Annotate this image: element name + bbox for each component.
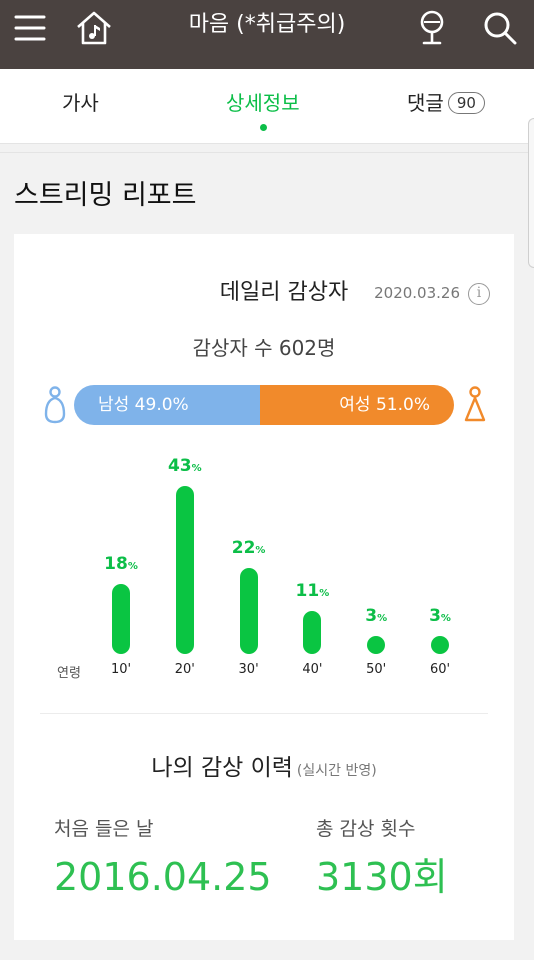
bar-value-label: 3%	[365, 606, 388, 626]
tab-details[interactable]: 상세정보	[226, 89, 300, 117]
section-title: 스트리밍 리포트	[14, 180, 197, 211]
history-subtitle: (실시간 반영)	[296, 763, 377, 779]
active-tab-indicator	[260, 124, 267, 131]
history-title-text: 나의 감상 이력	[151, 755, 293, 781]
age-bar	[239, 568, 258, 654]
age-axis-label: 연령	[57, 666, 81, 681]
male-person-icon	[44, 386, 66, 424]
microphone-icon[interactable]	[410, 6, 454, 50]
detail-tabs: 가사 상세정보 댓글 90	[0, 69, 534, 144]
age-bar	[175, 486, 194, 654]
total-plays-label: 총 감상 횟수	[316, 818, 416, 840]
bar-category-label: 60'	[429, 662, 451, 677]
female-person-icon	[464, 386, 486, 422]
age-bar	[367, 636, 386, 654]
total-plays-value: 3130회	[316, 855, 448, 899]
tabs-divider	[0, 145, 534, 153]
app-header: 마음 (*취급주의)	[0, 0, 534, 69]
first-listen-label: 처음 들은 날	[54, 818, 154, 840]
report-date: 2020.03.26	[374, 284, 460, 302]
bar-category-label: 30'	[238, 662, 259, 677]
comment-count-badge: 90	[447, 92, 485, 114]
male-share-bar: 남성 49.0%	[74, 385, 261, 425]
side-panel-handle[interactable]	[528, 118, 534, 268]
age-bar	[431, 636, 449, 654]
bar-category-label: 40'	[302, 662, 323, 677]
streaming-report-card: 데일리 감상자 2020.03.26 i 감상자 수 602명 남성 49.0%…	[14, 234, 514, 940]
bar-category-label: 10'	[110, 662, 132, 677]
bar-value-label: 22%	[231, 538, 266, 559]
first-listen-date: 2016.04.25	[54, 855, 272, 899]
info-icon[interactable]: i	[468, 283, 490, 305]
listener-count: 감상자 수 602명	[192, 336, 336, 360]
female-share-bar: 여성 51.0%	[260, 385, 454, 425]
history-title: 나의 감상 이력 (실시간 반영)	[14, 748, 514, 782]
bar-value-label: 18%	[104, 553, 138, 574]
bar-category-label: 20'	[174, 662, 195, 677]
bar-value-label: 11%	[295, 581, 330, 602]
gender-ratio-bar: 남성 49.0% 여성 51.0%	[74, 385, 454, 425]
bar-category-label: 50'	[366, 662, 387, 677]
search-icon[interactable]	[478, 6, 522, 50]
tab-lyrics[interactable]: 가사	[62, 89, 99, 117]
tab-comments[interactable]: 댓글 90	[407, 89, 485, 117]
age-bar	[303, 611, 322, 654]
bar-value-label: 43%	[167, 456, 202, 476]
tab-comments-label: 댓글	[407, 91, 444, 115]
card-divider	[40, 713, 488, 714]
age-bar	[112, 583, 130, 654]
bar-value-label: 3%	[429, 606, 451, 626]
